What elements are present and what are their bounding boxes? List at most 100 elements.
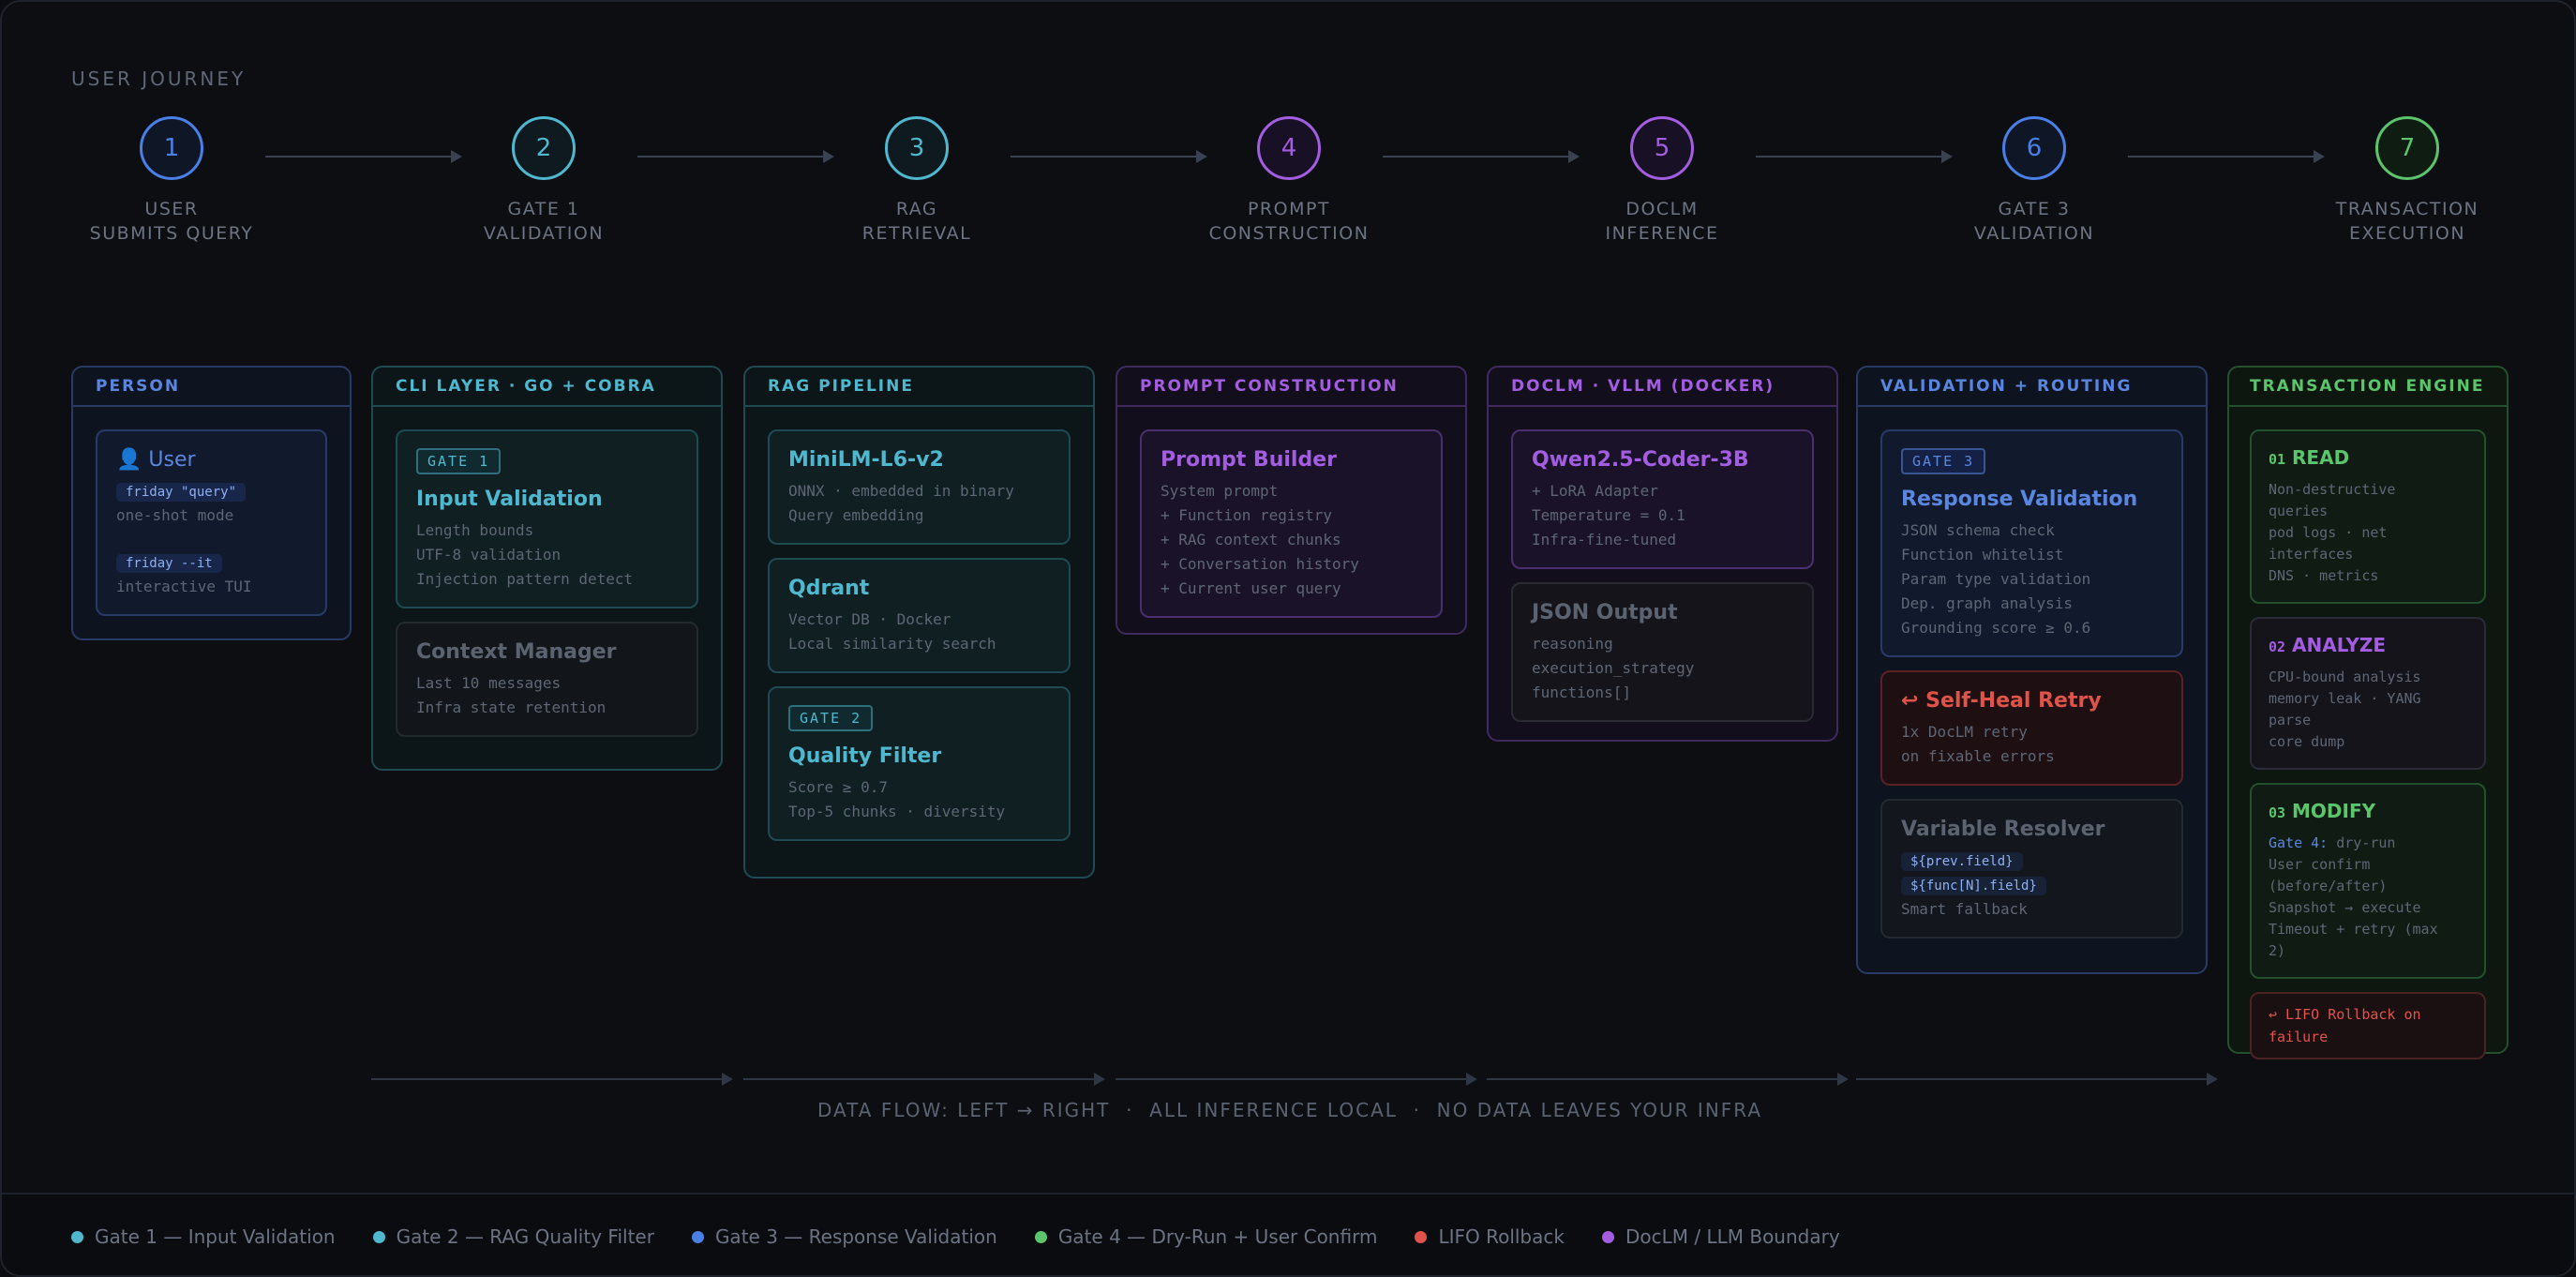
card-line: + Conversation history	[1161, 555, 1359, 573]
journey-arrow	[1383, 150, 1580, 163]
legend-dot	[1415, 1230, 1428, 1243]
step-circle: 4	[1257, 116, 1321, 180]
gate-badge: GATE 2	[788, 705, 874, 731]
card-line: Infra-fine-tuned	[1532, 531, 1677, 548]
data-flow-arrow	[1116, 1073, 1477, 1086]
card-line: CPU-bound analysis	[2269, 669, 2421, 685]
column-person: PERSON 👤 User friday "query" one-shot mo…	[71, 366, 352, 640]
user-mode-text: one-shot mode	[116, 506, 234, 524]
card-line: Timeout + retry (max	[2269, 921, 2438, 938]
legend-item-llm-boundary: DocLM / LLM Boundary	[1601, 1225, 1840, 1248]
variable-chip: ${func[N].field}	[1901, 877, 2046, 895]
card-line: functions[]	[1532, 684, 1631, 701]
step-label: GATE 3 VALIDATION	[1973, 199, 2095, 244]
legend-item-rollback: LIFO Rollback	[1415, 1225, 1565, 1248]
self-heal-retry-card: ↩ Self-Heal Retry 1x DocLM retry on fixa…	[1880, 670, 2183, 786]
qdrant-card: Qdrant Vector DB · Docker Local similari…	[768, 558, 1071, 673]
card-title: JSON Output	[1532, 601, 1678, 624]
step-circle: 1	[140, 116, 203, 180]
user-icon: 👤	[116, 448, 142, 472]
step-label: TRANSACTION EXECUTION	[2335, 199, 2479, 244]
legend-dot	[1601, 1230, 1614, 1243]
journey-step-6: 6 GATE 3 VALIDATION	[1922, 116, 2147, 246]
column-validation-routing: VALIDATION + ROUTING GATE 3 Response Val…	[1856, 366, 2208, 974]
lifo-rollback-card: ↩ LIFO Rollback on failure	[2250, 992, 2486, 1059]
diagram-frame: USER JOURNEY 1 USER SUBMITS QUERY 2 GATE …	[0, 0, 2576, 1277]
journey-arrow	[637, 150, 834, 163]
card-line: execution_strategy	[1532, 659, 1695, 677]
step-circle: 6	[2002, 116, 2066, 180]
journey-title: USER JOURNEY	[71, 68, 247, 90]
legend-item-gate-2: Gate 2 — RAG Quality Filter	[372, 1225, 654, 1248]
card-title: Variable Resolver	[1901, 818, 2105, 841]
card-line: UTF-8 validation	[416, 546, 562, 563]
journey-step-3: 3 RAG RETRIEVAL	[804, 116, 1029, 246]
column-title: PROMPT CONSTRUCTION	[1117, 368, 1465, 407]
data-flow-arrow	[1856, 1073, 2218, 1086]
journey-step-2: 2 GATE 1 VALIDATION	[431, 116, 656, 246]
card-line: Local similarity search	[788, 635, 996, 653]
card-line: queries	[2269, 503, 2329, 519]
card-line: reasoning	[1532, 635, 1613, 653]
card-line: Gate 4: dry-run	[2269, 834, 2396, 851]
data-flow-arrow	[371, 1073, 733, 1086]
journey-step-7: 7 TRANSACTION EXECUTION	[2295, 116, 2520, 246]
qwen-model-card: Qwen2.5-Coder-3B + LoRA Adapter Temperat…	[1511, 429, 1814, 569]
card-title: Qdrant	[788, 577, 870, 600]
card-line: Injection pattern detect	[416, 570, 634, 588]
card-line: Score ≥ 0.7	[788, 778, 888, 796]
card-title: Quality Filter	[788, 744, 942, 768]
card-line: 2)	[2269, 942, 2286, 959]
step-label: RAG RETRIEVAL	[861, 199, 972, 244]
legend-dot	[691, 1230, 704, 1243]
card-line: Query embedding	[788, 506, 924, 524]
variable-chip: ${prev.field}	[1901, 852, 2023, 871]
card-line: Smart fallback	[1901, 900, 2028, 918]
command-chip: friday --it	[116, 554, 222, 573]
card-line: Length bounds	[416, 521, 534, 539]
card-line: (before/after)	[2269, 878, 2388, 894]
context-manager-card: Context Manager Last 10 messages Infra s…	[396, 622, 698, 737]
card-line: pod logs · net	[2269, 524, 2388, 541]
card-line: Dep. graph analysis	[1901, 594, 2074, 612]
card-line: Infra state retention	[416, 699, 607, 716]
column-title: CLI LAYER · GO + COBRA	[373, 368, 721, 407]
json-output-card: JSON Output reasoning execution_strategy…	[1511, 582, 1814, 722]
legend-item-gate-4: Gate 4 — Dry-Run + User Confirm	[1034, 1225, 1377, 1248]
card-line: + Current user query	[1161, 579, 1341, 597]
card-line: Param type validation	[1901, 570, 2091, 588]
card-line: + RAG context chunks	[1161, 531, 1341, 548]
gate-badge: GATE 3	[1901, 448, 1986, 474]
column-prompt-construction: PROMPT CONSTRUCTION Prompt Builder Syste…	[1116, 366, 1467, 635]
user-mode-text: interactive TUI	[116, 578, 252, 595]
card-line: Vector DB · Docker	[788, 610, 951, 628]
card-title: ↩ Self-Heal Retry	[1901, 689, 2102, 713]
card-title: Response Validation	[1901, 488, 2138, 511]
step-circle: 3	[885, 116, 949, 180]
column-transaction-engine: TRANSACTION ENGINE 01 READ Non-destructi…	[2227, 366, 2509, 1059]
card-line: interfaces	[2269, 546, 2354, 563]
legend-dot	[372, 1230, 385, 1243]
column-cli-layer: CLI LAYER · GO + COBRA GATE 1 Input Vali…	[371, 366, 723, 771]
minilm-card: MiniLM-L6-v2 ONNX · embedded in binary Q…	[768, 429, 1071, 545]
card-line: + LoRA Adapter	[1532, 482, 1658, 500]
column-title: PERSON	[73, 368, 350, 407]
data-flow-caption: DATA FLOW: LEFT → RIGHT · ALL INFERENCE …	[816, 1099, 1763, 1121]
input-validation-card: GATE 1 Input Validation Length bounds UT…	[396, 429, 698, 608]
response-validation-card: GATE 3 Response Validation JSON schema c…	[1880, 429, 2183, 657]
prompt-builder-card: Prompt Builder System prompt + Function …	[1140, 429, 1443, 618]
card-line: System prompt	[1161, 482, 1279, 500]
step-label: GATE 1 VALIDATION	[483, 199, 605, 244]
user-card: 👤 User friday "query" one-shot mode frid…	[96, 429, 327, 616]
card-line: JSON schema check	[1901, 521, 2055, 539]
legend-dot	[71, 1230, 83, 1243]
column-title: RAG PIPELINE	[745, 368, 1093, 407]
card-line: on fixable errors	[1901, 747, 2055, 765]
card-line: + Function registry	[1161, 506, 1333, 524]
card-title: Context Manager	[416, 640, 617, 664]
step-label: PROMPT CONSTRUCTION	[1208, 199, 1370, 244]
card-line: User confirm	[2269, 856, 2371, 873]
legend: Gate 1 — Input Validation Gate 2 — RAG Q…	[2, 1193, 2574, 1275]
card-line: memory leak · YANG	[2269, 690, 2421, 707]
quality-filter-card: GATE 2 Quality Filter Score ≥ 0.7 Top-5 …	[768, 686, 1071, 841]
